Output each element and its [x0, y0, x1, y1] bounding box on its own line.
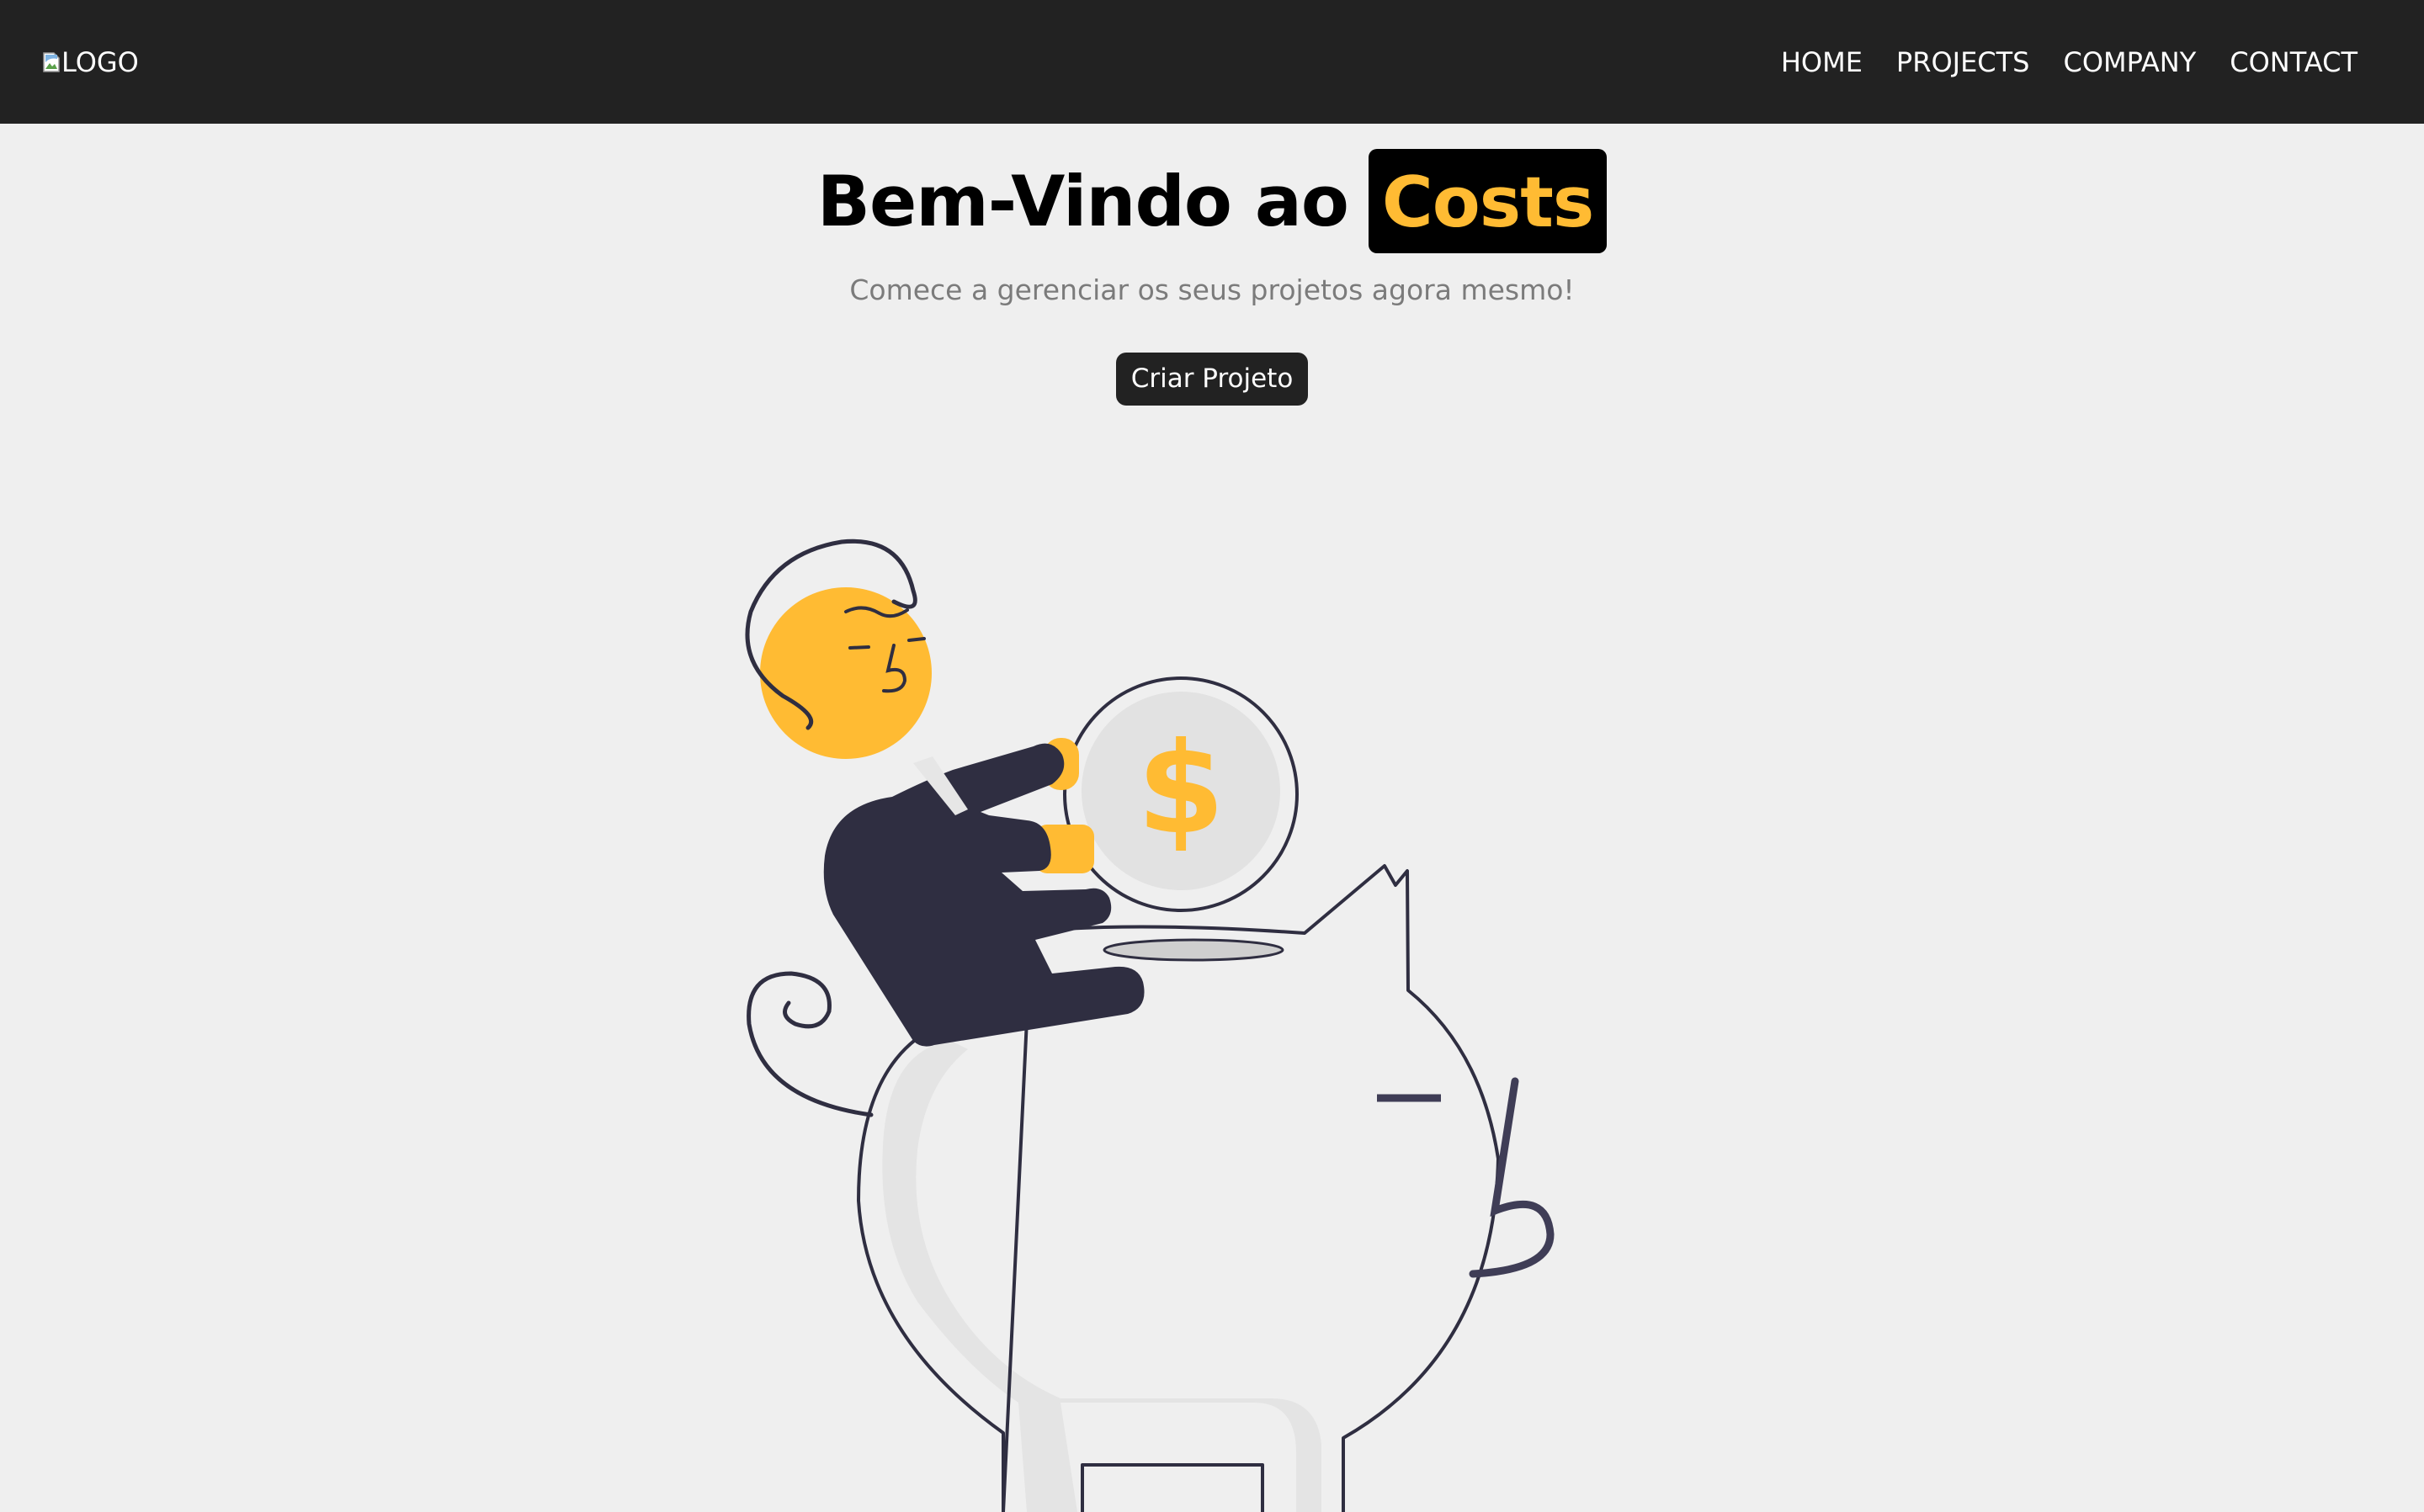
navbar: LOGO HOME PROJECTS COMPANY CONTACT: [0, 0, 2424, 124]
nav-link-home[interactable]: HOME: [1781, 44, 1863, 81]
logo-alt-text: LOGO: [61, 46, 139, 78]
coin-dollar-sign: $: [1137, 716, 1225, 862]
broken-image-icon: [43, 52, 60, 72]
piggy-shading: [882, 1041, 1321, 1512]
piggy-snout: [1469, 1077, 1555, 1278]
piggy-tail: [747, 971, 874, 1117]
hero-subtitle: Comece a gerenciar os seus projetos agor…: [849, 273, 1575, 306]
hero-section: Bem-Vindo ao Costs Comece a gerenciar os…: [0, 124, 2424, 1512]
nav-link-company[interactable]: COMPANY: [2063, 44, 2196, 81]
create-project-button[interactable]: Criar Projeto: [1116, 353, 1308, 406]
person-eye-left: [848, 645, 870, 650]
nav-link-projects[interactable]: PROJECTS: [1896, 44, 2030, 81]
piggy-bank-savings-illustration: $: [745, 538, 1555, 1512]
coin-slot: [1103, 938, 1284, 962]
person-eye-right: [907, 637, 926, 642]
nav-links: HOME PROJECTS COMPANY CONTACT: [1781, 44, 2358, 81]
hero-title-brand: Costs: [1368, 149, 1608, 253]
logo-link[interactable]: LOGO: [43, 44, 139, 81]
hero-title: Bem-Vindo ao Costs: [0, 149, 2424, 253]
hero-title-prefix: Bem-Vindo ao: [816, 160, 1349, 242]
nav-link-contact[interactable]: CONTACT: [2230, 44, 2358, 81]
